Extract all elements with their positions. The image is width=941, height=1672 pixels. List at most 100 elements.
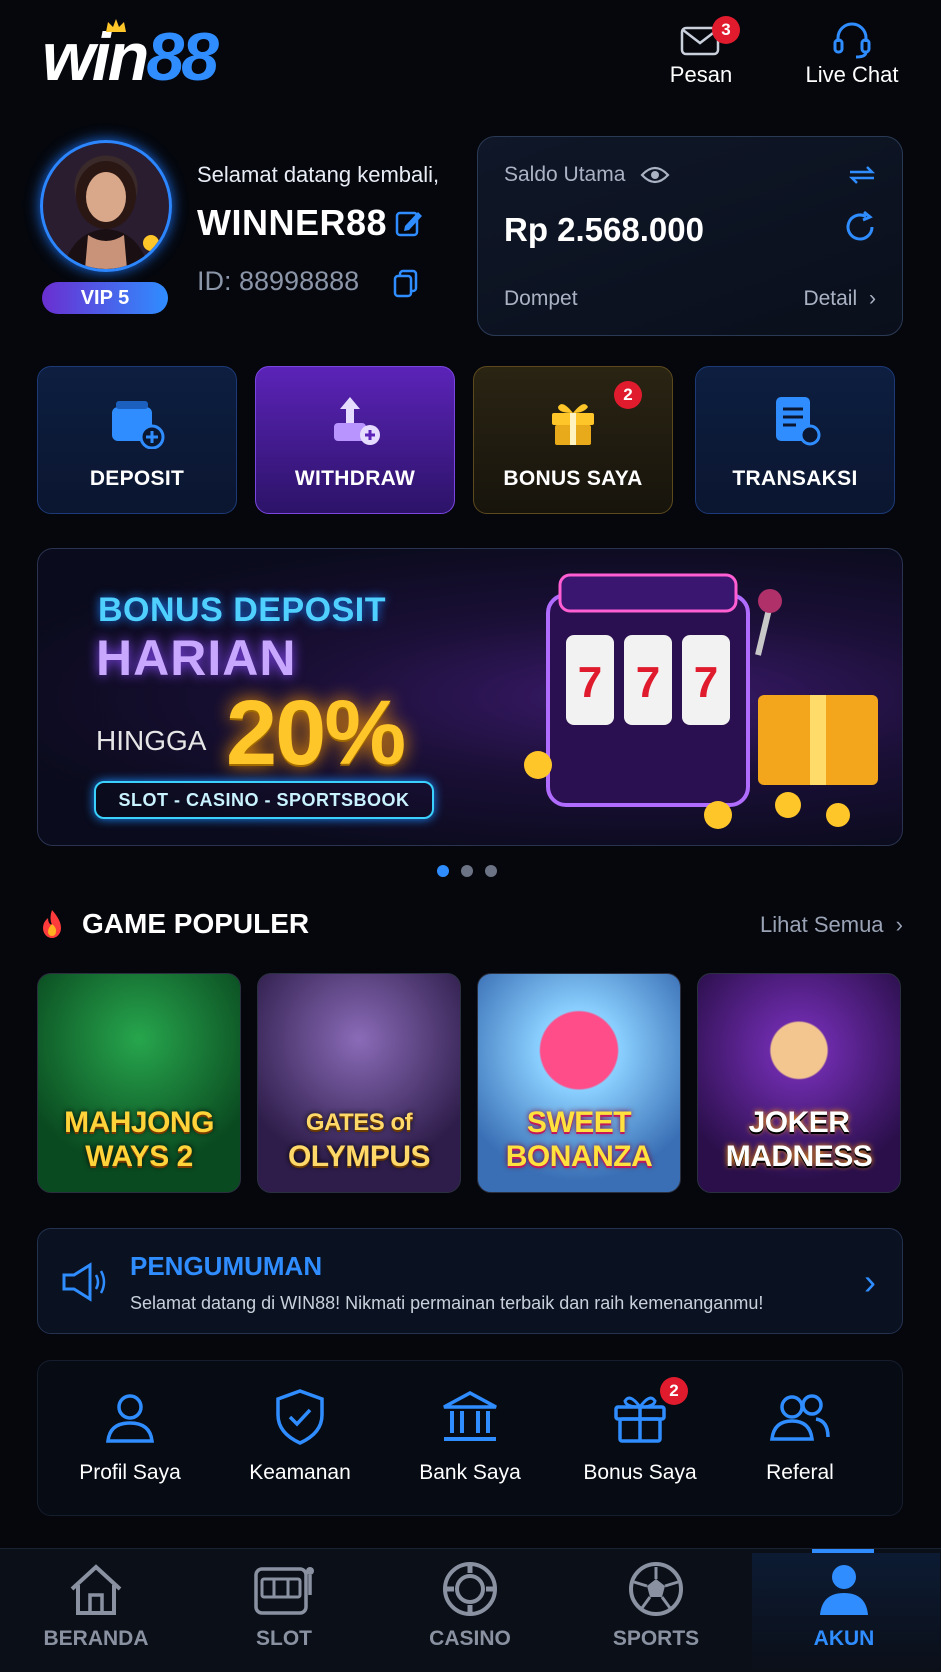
menu-item-keamanan[interactable]: Keamanan xyxy=(220,1387,380,1485)
slot-machine-illustration: 7 7 7 xyxy=(524,573,878,829)
menu-item-bonus-saya[interactable]: 2 Bonus Saya xyxy=(560,1377,720,1485)
crown-icon xyxy=(106,19,126,32)
shield-check-icon xyxy=(276,1389,324,1445)
see-all-label: Lihat Semua xyxy=(760,912,884,937)
gift-icon xyxy=(552,404,594,445)
messages-count-badge: 3 xyxy=(712,16,740,44)
detail-link[interactable]: Detail › xyxy=(803,287,876,311)
game-title-line2: WAYS 2 xyxy=(85,1140,193,1173)
menu-label: Bank Saya xyxy=(419,1461,521,1484)
nav-label: SPORTS xyxy=(612,1627,700,1650)
bank-icon xyxy=(443,1391,497,1441)
withdraw-label: WITHDRAW xyxy=(294,467,416,490)
fire-icon xyxy=(43,910,61,938)
nav-item-slot[interactable]: SLOT xyxy=(190,1561,378,1651)
menu-item-profil-saya[interactable]: Profil Saya xyxy=(50,1387,210,1485)
game-card-sweet-bonanza[interactable]: SWEET BONANZA xyxy=(477,973,681,1193)
game-title-line2: MADNESS xyxy=(725,1140,873,1173)
account-menu: Profil Saya Keamanan Bank Saya 2 Bonus S… xyxy=(37,1360,903,1516)
game-card-mahjong-ways-2[interactable]: MAHJONG WAYS 2 xyxy=(37,973,241,1193)
menu-item-bank-saya[interactable]: Bank Saya xyxy=(390,1387,550,1485)
avatar[interactable] xyxy=(40,140,172,272)
live-chat-label: Live Chat xyxy=(805,62,899,87)
menu-label: Keamanan xyxy=(249,1461,351,1484)
game-card-gates-of-olympus[interactable]: GATES of OLYMPUS xyxy=(257,973,461,1193)
slot-reel-3: 7 xyxy=(694,658,718,707)
game-title-line1: SWEET xyxy=(526,1106,632,1139)
transaksi-label: TRANSAKSI xyxy=(732,467,858,490)
live-chat-button[interactable]: Live Chat xyxy=(800,20,904,88)
withdraw-button[interactable]: WITHDRAW xyxy=(255,366,455,514)
menu-label: Referal xyxy=(766,1461,834,1484)
vip-level-badge: VIP 5 xyxy=(42,282,168,314)
announcement-title: PENGUMUMAN xyxy=(130,1251,323,1281)
balance-card: Saldo Utama Rp 2.568.000 Dompet Detail › xyxy=(477,136,903,336)
carousel-dots xyxy=(437,865,497,877)
transfer-icon[interactable] xyxy=(846,163,878,187)
nav-item-sports[interactable]: SPORTS xyxy=(562,1561,750,1651)
logo-text-win: win xyxy=(42,19,149,95)
refresh-icon[interactable] xyxy=(842,209,878,245)
nav-item-beranda[interactable]: BERANDA xyxy=(2,1561,190,1651)
copy-icon[interactable] xyxy=(392,268,420,298)
bonus-saya-button[interactable]: BONUS SAYA 2 xyxy=(473,366,673,514)
bonus-saya-label: BONUS SAYA xyxy=(503,467,643,490)
balance-amount: Rp 2.568.000 xyxy=(504,211,704,248)
megaphone-icon xyxy=(62,1262,106,1302)
see-all-link[interactable]: Lihat Semua › xyxy=(760,912,903,938)
game-title-line2: BONANZA xyxy=(505,1140,653,1173)
edit-icon[interactable] xyxy=(394,208,424,238)
deposit-button[interactable]: DEPOSIT xyxy=(37,366,237,514)
home-icon xyxy=(70,1564,122,1615)
bottom-navigation: BERANDA SLOT CASINO SPORTS AKUN xyxy=(0,1548,941,1672)
banner-percent: 20% xyxy=(226,682,406,784)
welcome-text: Selamat datang kembali, xyxy=(197,162,440,187)
nav-item-akun[interactable]: AKUN xyxy=(750,1561,938,1651)
win88-logo[interactable]: win88 xyxy=(42,19,262,95)
withdraw-icon xyxy=(334,397,380,445)
balance-label: Saldo Utama xyxy=(504,163,626,186)
promo-banner[interactable]: BONUS DEPOSIT HARIAN HINGGA 20% SLOT - C… xyxy=(37,548,903,846)
detail-label: Detail xyxy=(803,287,858,310)
slot-machine-icon xyxy=(254,1567,314,1615)
nav-item-casino[interactable]: CASINO xyxy=(376,1561,564,1651)
bonus-count-badge: 2 xyxy=(614,381,642,409)
eye-icon[interactable] xyxy=(640,165,670,185)
transaksi-button[interactable]: TRANSAKSI xyxy=(695,366,895,514)
wallet-label: Dompet xyxy=(504,287,578,310)
announcement-text: Selamat datang di WIN88! Nikmati permain… xyxy=(130,1293,764,1313)
menu-item-referal[interactable]: Referal xyxy=(720,1387,880,1485)
game-title-line2: OLYMPUS xyxy=(287,1140,431,1173)
menu-label: Bonus Saya xyxy=(583,1461,697,1484)
slot-reel-1: 7 xyxy=(578,658,602,707)
announcement-bar[interactable]: PENGUMUMAN Selamat datang di WIN88! Nikm… xyxy=(37,1228,903,1334)
logo-text-88: 88 xyxy=(146,19,219,95)
soccer-ball-icon xyxy=(629,1562,683,1616)
bonus-count-badge: 2 xyxy=(660,1377,688,1405)
menu-label: Profil Saya xyxy=(79,1461,181,1484)
carousel-dot-3[interactable] xyxy=(485,865,497,877)
wallet-plus-icon xyxy=(112,401,165,449)
deposit-label: DEPOSIT xyxy=(89,467,185,490)
transaction-receipt-icon xyxy=(776,397,821,446)
slot-reel-2: 7 xyxy=(636,658,660,707)
nav-label: SLOT xyxy=(256,1627,312,1650)
chevron-right-icon: › xyxy=(864,1261,876,1302)
banner-hingga: HINGGA xyxy=(96,725,207,756)
nav-label: CASINO xyxy=(429,1627,511,1650)
game-title-line1: JOKER xyxy=(748,1106,850,1139)
popular-games-title: GAME POPULER xyxy=(82,908,310,939)
nav-active-indicator xyxy=(812,1549,874,1553)
carousel-dot-2[interactable] xyxy=(461,865,473,877)
nav-label: BERANDA xyxy=(43,1627,149,1650)
banner-line1: BONUS DEPOSIT xyxy=(98,591,386,629)
carousel-dot-1[interactable] xyxy=(437,865,449,877)
game-card-joker-madness[interactable]: JOKER MADNESS xyxy=(697,973,901,1193)
avatar-portrait xyxy=(63,161,159,269)
user-id: ID: 88998888 xyxy=(197,266,360,296)
game-title-line1: GATES of xyxy=(305,1109,413,1136)
banner-categories: SLOT - CASINO - SPORTSBOOK xyxy=(94,781,434,819)
messages-button[interactable]: 3 Pesan xyxy=(654,16,748,88)
nav-label: AKUN xyxy=(813,1627,875,1650)
username: WINNER88 xyxy=(197,202,388,243)
